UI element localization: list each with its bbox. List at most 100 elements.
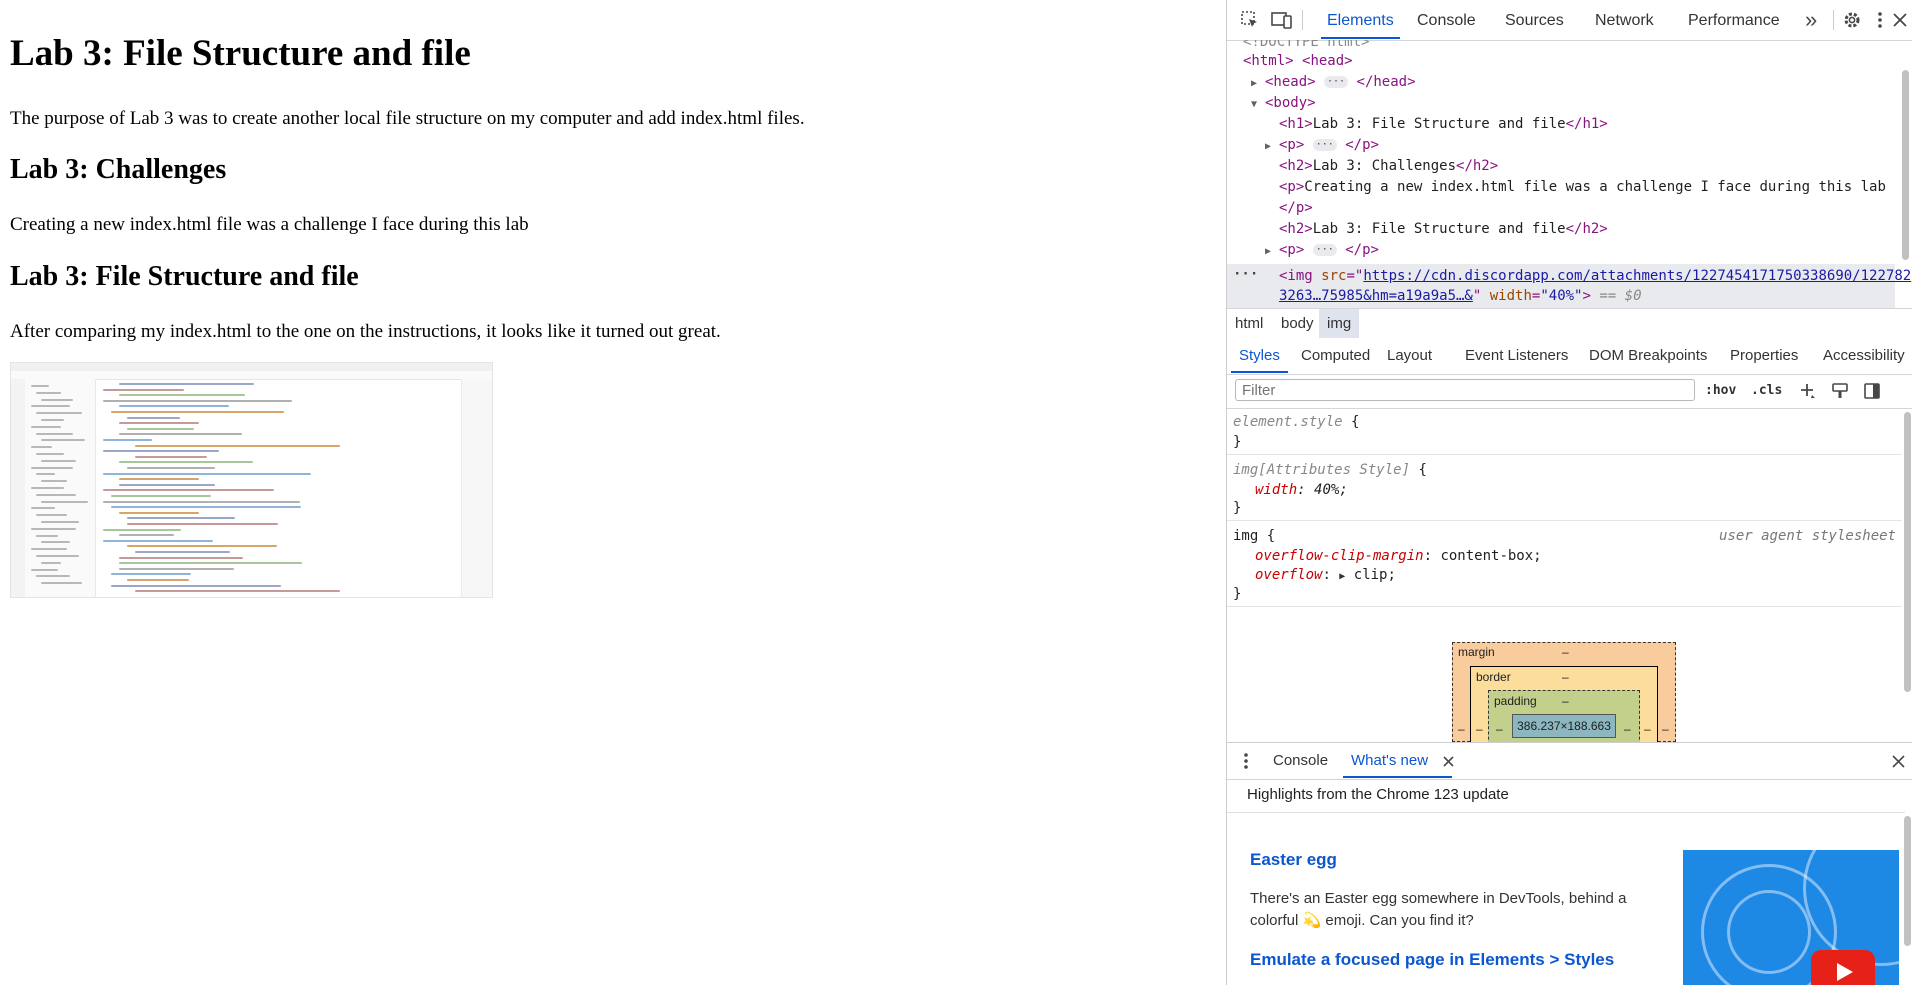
more-tabs-chevron-icon[interactable]: » xyxy=(1805,0,1817,39)
code-line xyxy=(103,539,214,542)
code-line xyxy=(127,416,181,419)
drawer-scrollbar[interactable] xyxy=(1904,816,1911,946)
settings-gear-icon[interactable] xyxy=(1841,9,1863,31)
expand-triangle-icon[interactable]: ▶ xyxy=(1251,73,1265,94)
expand-triangle-icon[interactable]: ▶ xyxy=(1265,136,1279,157)
p-node-text: Creating a new index.html file was a cha… xyxy=(1304,179,1886,195)
more-options-icon[interactable] xyxy=(1869,9,1891,31)
padding-left-value[interactable]: – xyxy=(1496,722,1503,736)
h1-close-tag: </h1> xyxy=(1565,116,1608,132)
node-actions-dots-icon[interactable]: ··· xyxy=(1233,264,1258,285)
padding-right-value[interactable]: – xyxy=(1624,722,1631,736)
border-right-value[interactable]: – xyxy=(1644,722,1651,736)
p-node-collapsed[interactable]: ▶ <p> ··· </p> xyxy=(1265,135,1379,156)
devtools-panel: Elements Console Sources Network Perform… xyxy=(1226,0,1912,985)
img-node-continued[interactable]: 3263…75985&hm=a19a9a5…&" width="40%"> ==… xyxy=(1279,286,1642,307)
drawer-menu-icon[interactable] xyxy=(1235,750,1257,772)
inspect-element-icon[interactable] xyxy=(1239,9,1261,31)
tab-accessibility[interactable]: Accessibility xyxy=(1823,338,1905,373)
p-close-node[interactable]: </p> xyxy=(1279,198,1313,219)
dom-scrollbar[interactable] xyxy=(1902,70,1909,260)
tab-layout[interactable]: Layout xyxy=(1387,338,1432,373)
border-top-value[interactable]: – xyxy=(1562,670,1569,684)
margin-right-value[interactable]: – xyxy=(1662,722,1669,736)
overflow-clip-margin-declaration[interactable]: overflow-clip-margin: content-box; xyxy=(1255,546,1542,566)
tab-console[interactable]: Console xyxy=(1417,0,1476,39)
emulate-focused-page-link[interactable]: Emulate a focused page in Elements > Sty… xyxy=(1250,950,1614,970)
collapsed-ellipsis[interactable]: ··· xyxy=(1312,139,1337,151)
box-model-diagram[interactable]: margin – – – border – – – padding – – – … xyxy=(1452,642,1678,750)
p-close-tag: </p> xyxy=(1345,137,1379,153)
tab-dom-breakpoints[interactable]: DOM Breakpoints xyxy=(1589,338,1707,373)
code-line xyxy=(119,394,246,397)
expand-triangle-icon[interactable]: ▶ xyxy=(1265,241,1279,262)
p-node[interactable]: <p>Creating a new index.html file was a … xyxy=(1279,177,1886,198)
device-toolbar-icon[interactable] xyxy=(1271,9,1293,31)
element-style-rule[interactable]: element.style { } xyxy=(1227,408,1902,455)
tab-sources[interactable]: Sources xyxy=(1505,0,1564,39)
h2-node[interactable]: <h2>Lab 3: File Structure and file</h2> xyxy=(1279,219,1608,240)
tree-line xyxy=(36,534,58,537)
drawer-tab-console[interactable]: Console xyxy=(1273,743,1328,778)
tab-properties[interactable]: Properties xyxy=(1730,338,1798,373)
user-agent-img-rule[interactable]: img { user agent stylesheet overflow-cli… xyxy=(1227,520,1902,607)
styles-scrollbar[interactable] xyxy=(1904,412,1911,692)
tab-network[interactable]: Network xyxy=(1595,0,1654,39)
padding-top-value[interactable]: – xyxy=(1562,694,1569,708)
close-tab-icon[interactable] xyxy=(1437,750,1459,772)
drawer-tab-whats-new[interactable]: What's new xyxy=(1342,743,1453,778)
code-line xyxy=(119,567,234,570)
h2-node[interactable]: <h2>Lab 3: Challenges</h2> xyxy=(1279,156,1498,177)
collapsed-ellipsis[interactable]: ··· xyxy=(1312,244,1337,256)
code-line xyxy=(119,556,244,559)
margin-top-value[interactable]: – xyxy=(1562,645,1569,659)
overflow-declaration[interactable]: overflow: ▶ clip; xyxy=(1255,565,1396,585)
styles-filter-input[interactable] xyxy=(1235,379,1695,401)
breadcrumb-body[interactable]: body xyxy=(1273,309,1322,339)
breadcrumb-html[interactable]: html xyxy=(1227,309,1271,339)
breadcrumb-img[interactable]: img xyxy=(1319,309,1360,339)
code-line xyxy=(127,517,236,520)
dom-tree[interactable]: <!DOCTYPE html> <html> <head> ▶ <head> ··… xyxy=(1227,40,1912,308)
code-line xyxy=(127,427,194,430)
collapsed-ellipsis[interactable]: ··· xyxy=(1324,76,1349,88)
p-close-tag: </p> xyxy=(1345,242,1379,258)
width-declaration[interactable]: width: 40%; xyxy=(1255,480,1348,500)
expand-triangle-icon[interactable]: ▶ xyxy=(1339,571,1345,582)
code-line xyxy=(103,399,293,402)
img-end-bracket: > xyxy=(1582,288,1591,304)
video-thumbnail[interactable] xyxy=(1683,850,1899,985)
border-left-value[interactable]: – xyxy=(1476,722,1483,736)
img-src-link-continued[interactable]: 3263…75985&hm=a19a9a5…& xyxy=(1279,288,1473,304)
close-devtools-icon[interactable] xyxy=(1889,9,1911,31)
attributes-style-rule[interactable]: img[Attributes Style] { width: 40%; } xyxy=(1227,454,1902,521)
p-node-collapsed[interactable]: ▶ <p> ··· </p> xyxy=(1265,240,1379,261)
content-size-value[interactable]: 386.237×188.663 xyxy=(1512,714,1616,738)
close-drawer-icon[interactable] xyxy=(1887,750,1909,772)
paint-brush-icon[interactable] xyxy=(1829,380,1851,402)
collapse-triangle-icon[interactable]: ▼ xyxy=(1251,94,1265,115)
body-node[interactable]: ▼ <body> xyxy=(1251,93,1316,114)
toggle-sidebar-icon[interactable] xyxy=(1861,380,1883,402)
easter-egg-link[interactable]: Easter egg xyxy=(1250,850,1337,870)
new-style-rule-plus-icon[interactable] xyxy=(1797,380,1819,402)
img-src-link[interactable]: https://cdn.discordapp.com/attachments/1… xyxy=(1363,268,1911,284)
head-node[interactable]: ▶ <head> ··· </head> xyxy=(1251,72,1416,93)
tab-event-listeners[interactable]: Event Listeners xyxy=(1465,338,1568,373)
margin-left-value[interactable]: – xyxy=(1458,722,1465,736)
h1-node[interactable]: <h1>Lab 3: File Structure and file</h1> xyxy=(1279,114,1608,135)
youtube-play-icon[interactable] xyxy=(1811,950,1875,985)
width-value[interactable]: 40% xyxy=(1314,482,1339,498)
hover-state-button[interactable]: :hov xyxy=(1705,380,1736,402)
tab-elements[interactable]: Elements xyxy=(1321,0,1400,39)
class-toggle-button[interactable]: .cls xyxy=(1751,380,1782,402)
tab-styles[interactable]: Styles xyxy=(1231,338,1288,373)
src-attribute-name: src xyxy=(1321,268,1347,284)
tab-performance[interactable]: Performance xyxy=(1688,0,1780,39)
html-node[interactable]: <html> <head> xyxy=(1243,51,1353,72)
code-line xyxy=(111,495,211,497)
code-line xyxy=(119,433,242,436)
tab-computed[interactable]: Computed xyxy=(1301,338,1370,373)
img-node[interactable]: <img src="https://cdn.discordapp.com/att… xyxy=(1279,266,1911,287)
rule-origin-label: user agent stylesheet xyxy=(1718,528,1896,544)
